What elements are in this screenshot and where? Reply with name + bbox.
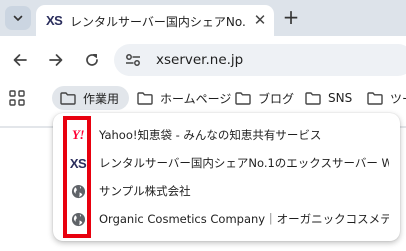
reload-icon: [86, 54, 98, 66]
menu-item-label: Organic Cosmetics Company｜オーガニックコスメティッ..…: [99, 212, 389, 226]
menu-item-label: Yahoo!知恵袋 - みんなの知恵共有サービス: [99, 128, 322, 142]
bookmark-label: ブログ: [258, 91, 295, 106]
bookmarks-bar: 作業用 ホームページ ブログ SNS ツー: [0, 84, 406, 112]
yahoo-icon: Y!: [65, 125, 91, 145]
yahoo-logo-text: Y!: [72, 127, 85, 142]
address-bar[interactable]: xserver.ne.jp: [114, 44, 406, 76]
active-tab[interactable]: XS レンタルサーバー国内シェアNo.1のエ ✕: [36, 5, 274, 36]
folder-icon: [305, 91, 321, 105]
menu-item-organic-cosmetics[interactable]: Organic Cosmetics Company｜オーガニックコスメティッ..…: [53, 205, 400, 232]
chevron-down-icon: [13, 15, 23, 21]
menu-item-label: サンプル株式会社: [99, 184, 191, 198]
globe-icon: [65, 181, 91, 201]
xserver-icon: XS: [46, 13, 63, 28]
toolbar: xserver.ne.jp: [0, 36, 406, 84]
bookmark-label: SNS: [328, 91, 353, 105]
site-info-button[interactable]: [122, 50, 144, 70]
menu-item-sample-company[interactable]: サンプル株式会社: [53, 177, 400, 204]
bookmark-folder-menu: Y! Yahoo!知恵袋 - みんなの知恵共有サービス XS レンタルサーバー国…: [53, 113, 400, 241]
url-text[interactable]: xserver.ne.jp: [156, 52, 243, 68]
bookmark-label: ツー: [390, 91, 406, 106]
tab-search-button[interactable]: [5, 6, 31, 30]
menu-item-yahoo-chiebukuro[interactable]: Y! Yahoo!知恵袋 - みんなの知恵共有サービス: [53, 121, 400, 148]
bookmark-label: ホームページ: [160, 91, 232, 106]
bookmark-folder-work[interactable]: 作業用: [52, 86, 130, 110]
apps-grid-icon: [9, 90, 25, 106]
xserver-logo-text: XS: [69, 155, 87, 171]
folder-icon: [235, 91, 251, 105]
xserver-icon: XS: [65, 153, 91, 173]
tab-strip: XS レンタルサーバー国内シェアNo.1のエ ✕ +: [0, 0, 406, 36]
bookmark-label: 作業用: [83, 91, 120, 106]
new-tab-button[interactable]: +: [280, 7, 302, 29]
menu-item-xserver[interactable]: XS レンタルサーバー国内シェアNo.1のエックスサーバー WordPr...: [53, 149, 400, 176]
forward-button[interactable]: [45, 49, 67, 71]
apps-button[interactable]: [9, 90, 25, 110]
globe-icon: [65, 209, 91, 229]
menu-item-label: レンタルサーバー国内シェアNo.1のエックスサーバー WordPr...: [99, 156, 389, 170]
tab-title: レンタルサーバー国内シェアNo.1のエ: [70, 15, 245, 29]
arrow-right-icon: [49, 54, 63, 66]
folder-icon: [60, 91, 76, 105]
bookmark-folder-blog[interactable]: ブログ: [235, 86, 294, 110]
arrow-left-icon: [13, 54, 27, 66]
bookmark-folder-homepage[interactable]: ホームページ: [137, 86, 231, 110]
folder-icon: [137, 91, 153, 105]
bookmark-folder-tools[interactable]: ツー: [367, 86, 406, 110]
reload-button[interactable]: [81, 49, 103, 71]
close-icon[interactable]: ✕: [251, 11, 269, 29]
folder-icon: [367, 91, 383, 105]
back-button[interactable]: [9, 49, 31, 71]
tune-icon: [126, 54, 140, 66]
bookmark-folder-sns[interactable]: SNS: [305, 86, 352, 110]
